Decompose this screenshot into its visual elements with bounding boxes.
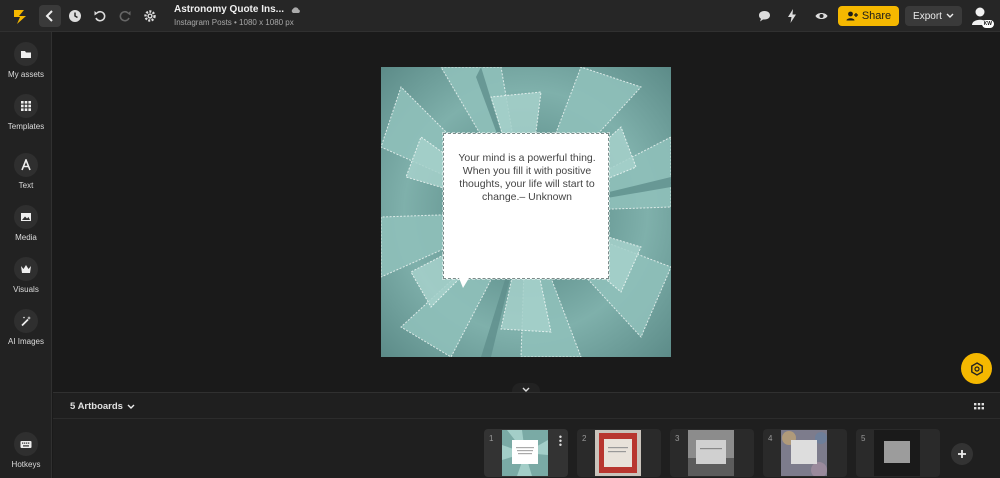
undo-button[interactable] xyxy=(89,5,111,27)
user-avatar[interactable]: KW xyxy=(970,5,994,28)
hotkeys-label: Hotkeys xyxy=(11,460,41,469)
artboards-dropdown[interactable]: 5 Artboards xyxy=(70,401,135,412)
document-size: Instagram Posts • 1080 x 1080 px xyxy=(174,18,294,27)
thumbnail-image xyxy=(502,430,548,476)
text-icon xyxy=(14,153,38,177)
thumbnail-image xyxy=(595,430,641,476)
thumbnail-image xyxy=(688,430,734,476)
grid-icon xyxy=(14,94,38,118)
sidebar-label: My assets xyxy=(7,70,44,79)
document-title[interactable]: Astronomy Quote Ins... xyxy=(174,4,301,15)
plus-icon xyxy=(958,450,966,458)
artboard-thumbnail[interactable]: 4 xyxy=(763,429,847,477)
thumbnail-image xyxy=(781,430,827,476)
gear-icon xyxy=(144,10,156,22)
keyboard-icon xyxy=(14,432,38,456)
sidebar-item-media[interactable]: Media xyxy=(0,205,52,242)
magic-wand-icon xyxy=(14,309,38,333)
artboard-thumbnail[interactable]: 2 xyxy=(577,429,661,477)
share-button[interactable]: Share xyxy=(838,6,899,26)
undo-icon xyxy=(94,10,106,22)
thumbnail-number: 1 xyxy=(489,434,494,443)
sidebar-label: Visuals xyxy=(13,285,39,294)
chevron-left-icon xyxy=(45,10,53,22)
top-bar: Astronomy Quote Ins... Instagram Posts •… xyxy=(0,0,1000,32)
comment-icon[interactable] xyxy=(758,10,771,22)
sidebar-label: Text xyxy=(18,181,34,190)
document-title-text: Astronomy Quote Ins... xyxy=(174,4,285,15)
artboard-thumbnail[interactable]: 5 xyxy=(856,429,940,477)
panel-divider xyxy=(53,418,1000,419)
clock-icon xyxy=(69,10,81,22)
crown-icon xyxy=(14,257,38,281)
export-button[interactable]: Export xyxy=(905,6,962,26)
lightning-icon[interactable] xyxy=(787,9,797,23)
canvas-area[interactable]: Your mind is a powerful thing. When you … xyxy=(53,33,1000,391)
thumbnail-number: 4 xyxy=(768,434,773,443)
app-logo-icon[interactable] xyxy=(11,7,31,25)
history-button[interactable] xyxy=(64,5,86,27)
redo-button[interactable] xyxy=(114,5,136,27)
sidebar-item-text[interactable]: Text xyxy=(0,153,52,190)
sidebar-label: AI Images xyxy=(7,337,44,346)
hexagon-icon xyxy=(970,361,983,376)
sidebar-item-visuals[interactable]: Visuals xyxy=(0,257,52,294)
share-label: Share xyxy=(861,10,892,22)
left-sidebar: My assets Templates Text Media Visuals A… xyxy=(0,32,52,478)
artboards-count: 5 Artboards xyxy=(70,401,123,412)
preview-eye-icon[interactable] xyxy=(815,11,828,21)
sidebar-item-my-assets[interactable]: My assets xyxy=(0,42,52,79)
grid-view-icon[interactable] xyxy=(974,402,984,412)
chevron-down-icon xyxy=(127,404,135,409)
image-icon xyxy=(14,205,38,229)
folder-icon xyxy=(14,42,38,66)
artboards-panel: 5 Artboards 1 • • • 2 3 4 5 xyxy=(53,392,1000,478)
back-button[interactable] xyxy=(39,5,61,27)
chevron-down-icon xyxy=(946,13,954,18)
assistant-button[interactable] xyxy=(961,353,992,384)
more-options-icon[interactable]: • • • xyxy=(559,433,562,450)
sidebar-item-ai-images[interactable]: AI Images xyxy=(0,309,52,346)
thumbnail-number: 3 xyxy=(675,434,680,443)
thumbnail-number: 5 xyxy=(861,434,866,443)
cloud-saved-icon xyxy=(291,6,300,13)
editor-app: Astronomy Quote Ins... Instagram Posts •… xyxy=(0,0,1000,478)
add-artboard-button[interactable] xyxy=(951,443,973,465)
quote-text[interactable]: Your mind is a powerful thing. When you … xyxy=(452,152,602,204)
artboard-thumbnail[interactable]: 1 • • • xyxy=(484,429,568,477)
artboard[interactable]: Your mind is a powerful thing. When you … xyxy=(381,67,671,357)
artboard-thumbnail[interactable]: 3 xyxy=(670,429,754,477)
thumbnail-image xyxy=(874,430,920,476)
speech-bubble-tail xyxy=(459,278,469,288)
settings-button[interactable] xyxy=(139,5,161,27)
add-user-icon xyxy=(846,11,858,21)
avatar-initials: KW xyxy=(981,20,994,28)
chevron-down-icon xyxy=(522,387,530,392)
redo-icon xyxy=(119,10,131,22)
sidebar-label: Templates xyxy=(7,122,45,131)
thumbnail-number: 2 xyxy=(582,434,587,443)
sidebar-label: Media xyxy=(15,233,37,242)
sidebar-item-templates[interactable]: Templates xyxy=(0,94,52,131)
export-label: Export xyxy=(913,10,942,22)
quote-text-box[interactable]: Your mind is a powerful thing. When you … xyxy=(442,132,610,280)
hotkeys-button[interactable]: Hotkeys xyxy=(0,432,52,469)
